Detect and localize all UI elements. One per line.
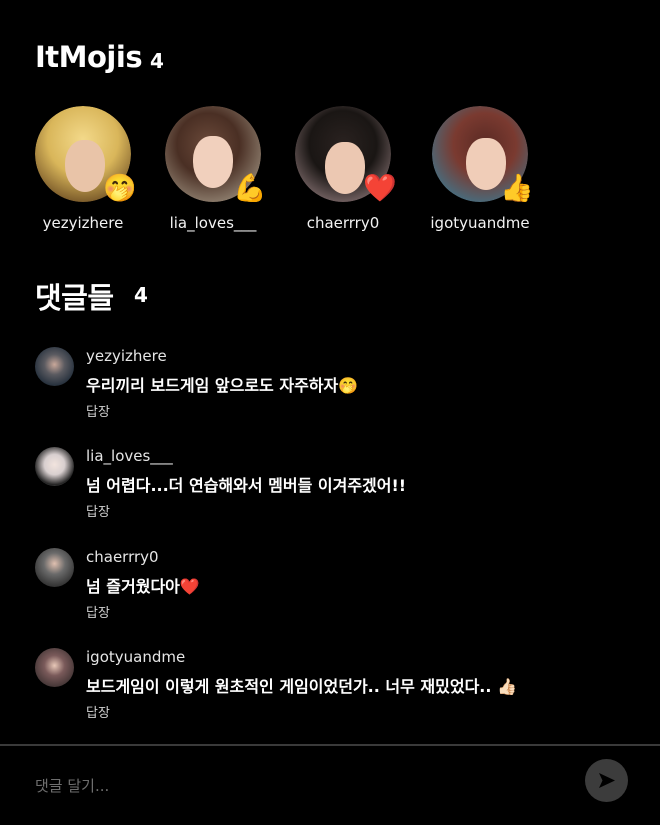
reaction-item[interactable]: 💪 lia_loves___ — [143, 106, 283, 232]
itmojis-count: 4 — [150, 49, 164, 73]
reply-button[interactable]: 답장 — [86, 602, 110, 621]
avatar[interactable]: ❤️ — [295, 106, 397, 204]
comment-username[interactable]: lia_loves___ — [86, 447, 173, 465]
comment-text: 우리끼리 보드게임 앞으로도 자주하자🤭 — [86, 376, 359, 395]
send-button[interactable] — [585, 759, 628, 802]
red-heart-emoji-icon: ❤️ — [363, 173, 397, 204]
send-arrow-icon — [599, 773, 615, 788]
avatar[interactable] — [35, 347, 74, 386]
thumbs-up-emoji-icon: 👍 — [500, 173, 534, 204]
reaction-item[interactable]: 👍 igotyuandme — [410, 106, 550, 232]
reply-button[interactable]: 답장 — [86, 401, 110, 420]
comment-item: igotyuandme 보드게임이 이렇게 원초적인 게임이었던가.. 너무 재… — [0, 646, 660, 726]
avatar[interactable]: 💪 — [165, 106, 267, 204]
avatar[interactable]: 🤭 — [35, 106, 137, 204]
reply-button[interactable]: 답장 — [86, 501, 110, 520]
comment-username[interactable]: chaerrry0 — [86, 548, 159, 566]
comment-input[interactable] — [33, 770, 557, 802]
hand-over-mouth-emoji-icon: 🤭 — [103, 173, 137, 204]
reaction-item[interactable]: ❤️ chaerrry0 — [273, 106, 413, 232]
reaction-username[interactable]: chaerrry0 — [273, 214, 413, 232]
comments-title: 댓글들 — [35, 281, 114, 315]
comment-text: 넘 어렵다...더 연습해와서 멤버들 이겨주겠어!! — [86, 476, 407, 495]
comment-item: lia_loves___ 넘 어렵다...더 연습해와서 멤버들 이겨주겠어!!… — [0, 445, 660, 525]
comment-item: chaerrry0 넘 즐거웠다아❤️ 답장 — [0, 546, 660, 626]
itmojis-title: ItMojis — [35, 40, 143, 74]
comment-username[interactable]: igotyuandme — [86, 648, 185, 666]
reaction-username[interactable]: igotyuandme — [410, 214, 550, 232]
avatar[interactable] — [35, 447, 74, 486]
avatar[interactable]: 👍 — [432, 106, 534, 204]
reaction-username[interactable]: lia_loves___ — [143, 214, 283, 232]
comment-text: 넘 즐거웠다아❤️ — [86, 577, 200, 596]
flexed-biceps-emoji-icon: 💪 — [233, 173, 267, 204]
comment-username[interactable]: yezyizhere — [86, 347, 167, 365]
comment-text: 보드게임이 이렇게 원초적인 게임이었던가.. 너무 재밌었다.. 👍🏻 — [86, 677, 517, 696]
comments-count: 4 — [134, 283, 148, 307]
reply-button[interactable]: 답장 — [86, 702, 110, 721]
comment-item: yezyizhere 우리끼리 보드게임 앞으로도 자주하자🤭 답장 — [0, 345, 660, 425]
reaction-username[interactable]: yezyizhere — [13, 214, 153, 232]
itmojis-reaction-list: 🤭 yezyizhere 💪 lia_loves___ ❤️ chaerrry0 — [0, 106, 660, 236]
avatar[interactable] — [35, 648, 74, 687]
avatar[interactable] — [35, 548, 74, 587]
reaction-item[interactable]: 🤭 yezyizhere — [13, 106, 153, 232]
comment-composer — [0, 746, 660, 825]
